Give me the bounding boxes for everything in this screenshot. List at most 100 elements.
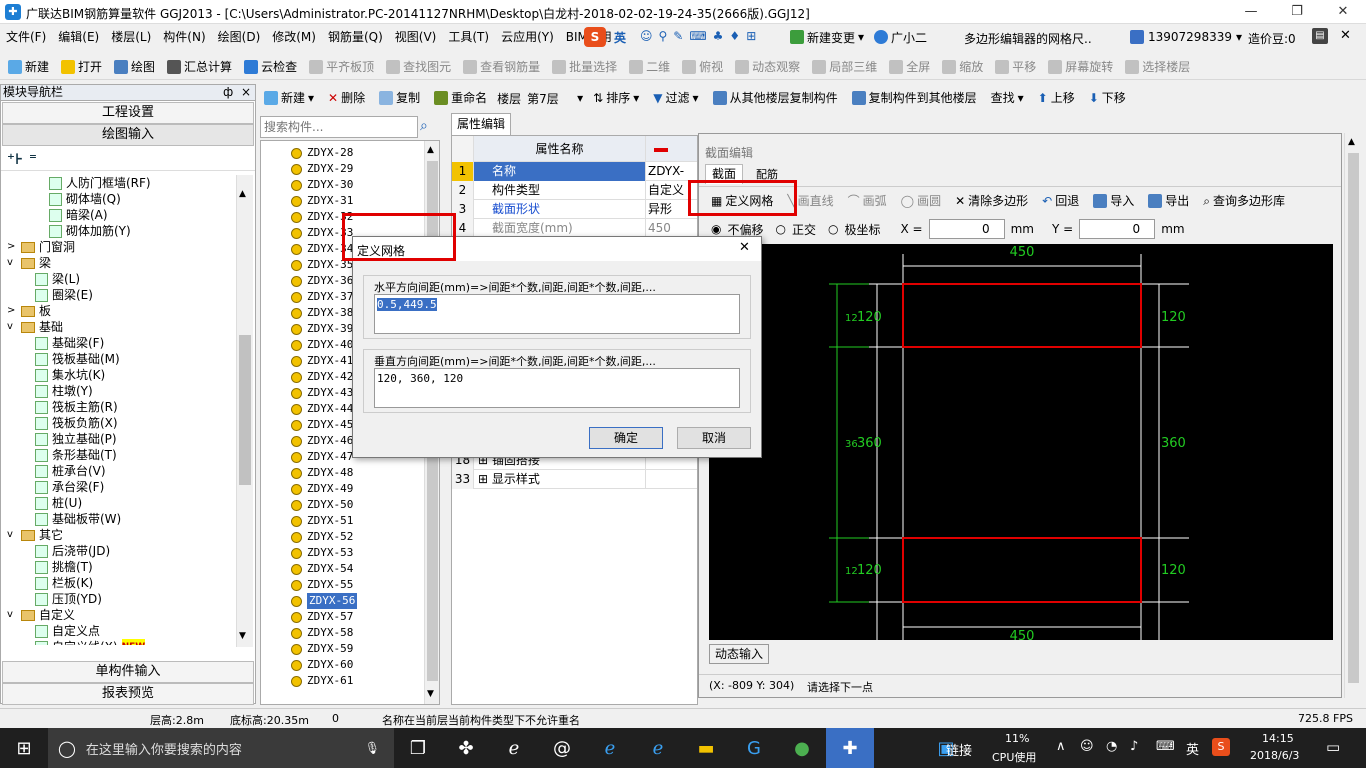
dialog-close-icon[interactable]: ✕: [739, 240, 750, 255]
menu-item[interactable]: 绘图(D): [212, 25, 267, 49]
clock-date[interactable]: 2018/6/3: [1250, 749, 1299, 762]
tree-folder[interactable]: v 其它: [5, 527, 235, 543]
vertical-spacing-input[interactable]: 120, 360, 120: [374, 368, 740, 408]
tree-item[interactable]: 暗梁(A): [5, 207, 235, 223]
input-lang[interactable]: 英: [1186, 739, 1199, 758]
scroll-down-icon[interactable]: ▼: [427, 689, 434, 699]
menu-item[interactable]: 编辑(E): [52, 25, 105, 49]
menu-item[interactable]: 视图(V): [389, 25, 443, 49]
search-box[interactable]: [260, 116, 418, 138]
wifi-icon[interactable]: ◔: [1106, 739, 1117, 754]
toolbar-button[interactable]: 平齐板顶: [305, 56, 378, 78]
scroll-up-icon[interactable]: ▲: [427, 145, 434, 155]
report-preview-button[interactable]: 报表预览: [2, 683, 254, 705]
settings-icon[interactable]: ▤: [1312, 28, 1328, 44]
assistant-menu[interactable]: 广小二: [874, 27, 927, 47]
tab-property-edit[interactable]: 属性编辑: [451, 113, 511, 135]
toolbar-button[interactable]: 俯视: [678, 56, 727, 78]
component-list-item[interactable]: ZDYX-54: [291, 561, 421, 577]
windows-start-icon[interactable]: ⊞: [0, 728, 48, 768]
rename-button[interactable]: 重命名: [430, 87, 491, 109]
component-list-item[interactable]: ZDYX-49: [291, 481, 421, 497]
sogou-tray-icon[interactable]: S: [1212, 738, 1230, 756]
cancel-button[interactable]: 取消: [677, 427, 751, 449]
expander-icon[interactable]: >: [7, 239, 21, 255]
tree-folder[interactable]: > 板: [5, 303, 235, 319]
expander-icon[interactable]: v: [7, 255, 21, 271]
toolbar-button[interactable]: 局部三维: [808, 56, 881, 78]
toolbar-button[interactable]: 打开: [57, 56, 106, 78]
tree-item[interactable]: 独立基础(P): [5, 431, 235, 447]
tree-item[interactable]: 后浇带(JD): [5, 543, 235, 559]
main-scrollbar[interactable]: ▲: [1344, 133, 1362, 698]
property-row[interactable]: 33 ⊞ 显示样式: [452, 469, 697, 489]
x-input[interactable]: 0: [928, 219, 1005, 239]
toolbar-button[interactable]: 云检查: [240, 56, 301, 78]
clock-time[interactable]: 14:15: [1262, 732, 1294, 745]
g-app-icon[interactable]: G: [730, 728, 778, 768]
project-settings-button[interactable]: 工程设置: [2, 102, 254, 124]
radio-polar[interactable]: ○: [828, 222, 838, 236]
component-list-item[interactable]: ZDYX-29: [291, 161, 421, 177]
edge-icon[interactable]: ℯ: [586, 728, 634, 768]
nav-close-icon[interactable]: ×: [241, 85, 251, 100]
component-list-item[interactable]: ZDYX-48: [291, 465, 421, 481]
menu-item[interactable]: 工具(T): [442, 25, 495, 49]
tree-folder[interactable]: v 自定义: [5, 607, 235, 623]
component-list-item[interactable]: ZDYX-53: [291, 545, 421, 561]
collapse-all-icon[interactable]: ⁼: [29, 150, 37, 168]
ie-icon[interactable]: ℯ: [490, 728, 538, 768]
menu-item[interactable]: 构件(N): [157, 25, 211, 49]
toolbar-button[interactable]: 二维: [625, 56, 674, 78]
tree-item[interactable]: 人防门框墙(RF): [5, 175, 235, 191]
expander-icon[interactable]: v: [7, 319, 21, 335]
component-list-item[interactable]: ZDYX-58: [291, 625, 421, 641]
component-list-item[interactable]: ZDYX-52: [291, 529, 421, 545]
copy-from-floor-button[interactable]: 从其他楼层复制构件: [709, 87, 842, 109]
taskbar-search[interactable]: ◯ 在这里输入你要搜索的内容 🎙: [48, 728, 394, 768]
copy-button[interactable]: 复制: [375, 87, 424, 109]
tree-item[interactable]: 自定义点: [5, 623, 235, 639]
green-app-icon[interactable]: ●: [778, 728, 826, 768]
pin-icon[interactable]: ф: [223, 85, 233, 100]
tree-item[interactable]: 承台梁(F): [5, 479, 235, 495]
query-polygon-lib-button[interactable]: ⌕ 查询多边形库: [1199, 190, 1289, 212]
expand-icon[interactable]: ⊞: [478, 472, 492, 486]
toolbar-button[interactable]: 新建: [4, 56, 53, 78]
component-list-item[interactable]: ZDYX-51: [291, 513, 421, 529]
component-list-item[interactable]: ZDYX-57: [291, 609, 421, 625]
scroll-thumb[interactable]: [1348, 153, 1359, 683]
tree-item[interactable]: 筏板负筋(X): [5, 415, 235, 431]
component-list-item[interactable]: ZDYX-31: [291, 193, 421, 209]
component-list-item[interactable]: ZDYX-50: [291, 497, 421, 513]
tree-item[interactable]: 集水坑(K): [5, 367, 235, 383]
tray-people-icon[interactable]: ☺: [1080, 739, 1094, 754]
tree-item[interactable]: 基础梁(F): [5, 335, 235, 351]
property-row[interactable]: 1 名称 ZDYX-: [452, 161, 697, 181]
file-explorer-icon[interactable]: ▬: [682, 728, 730, 768]
undo-button[interactable]: ↶ 回退: [1038, 190, 1083, 212]
floor-select[interactable]: 第7层 ▾: [527, 90, 583, 107]
tree-item[interactable]: 砌体墙(Q): [5, 191, 235, 207]
tree-scrollbar[interactable]: ▲ ▼: [236, 175, 253, 647]
task-view-icon[interactable]: ❐: [394, 728, 442, 768]
property-value[interactable]: 450: [646, 219, 696, 238]
move-down-button[interactable]: ⬇ 下移: [1085, 87, 1130, 109]
radio-ortho[interactable]: ○: [776, 222, 786, 236]
microphone-icon[interactable]: 🎙: [365, 741, 380, 755]
component-list-item[interactable]: ZDYX-28: [291, 145, 421, 161]
tree-item[interactable]: 圈梁(E): [5, 287, 235, 303]
search-input[interactable]: [264, 118, 414, 136]
tree-item[interactable]: 压顶(YD): [5, 591, 235, 607]
close-window-button[interactable]: ✕: [1320, 0, 1366, 24]
find-button[interactable]: 查找 ▾: [987, 87, 1028, 109]
toolbar-button[interactable]: 查看钢筋量: [459, 56, 544, 78]
toolbar-button[interactable]: 平移: [991, 56, 1040, 78]
y-input[interactable]: 0: [1079, 219, 1156, 239]
menu-item[interactable]: 楼层(L): [105, 25, 157, 49]
section-canvas[interactable]: 450 450 120 360 120 12 36 12 120 360 120: [709, 244, 1333, 644]
swirl-app-icon[interactable]: @: [538, 728, 586, 768]
ie-blue-icon[interactable]: ℯ: [634, 728, 682, 768]
minimize-button[interactable]: —: [1228, 0, 1274, 24]
filter-button[interactable]: ▼ 过滤 ▾: [649, 87, 702, 109]
